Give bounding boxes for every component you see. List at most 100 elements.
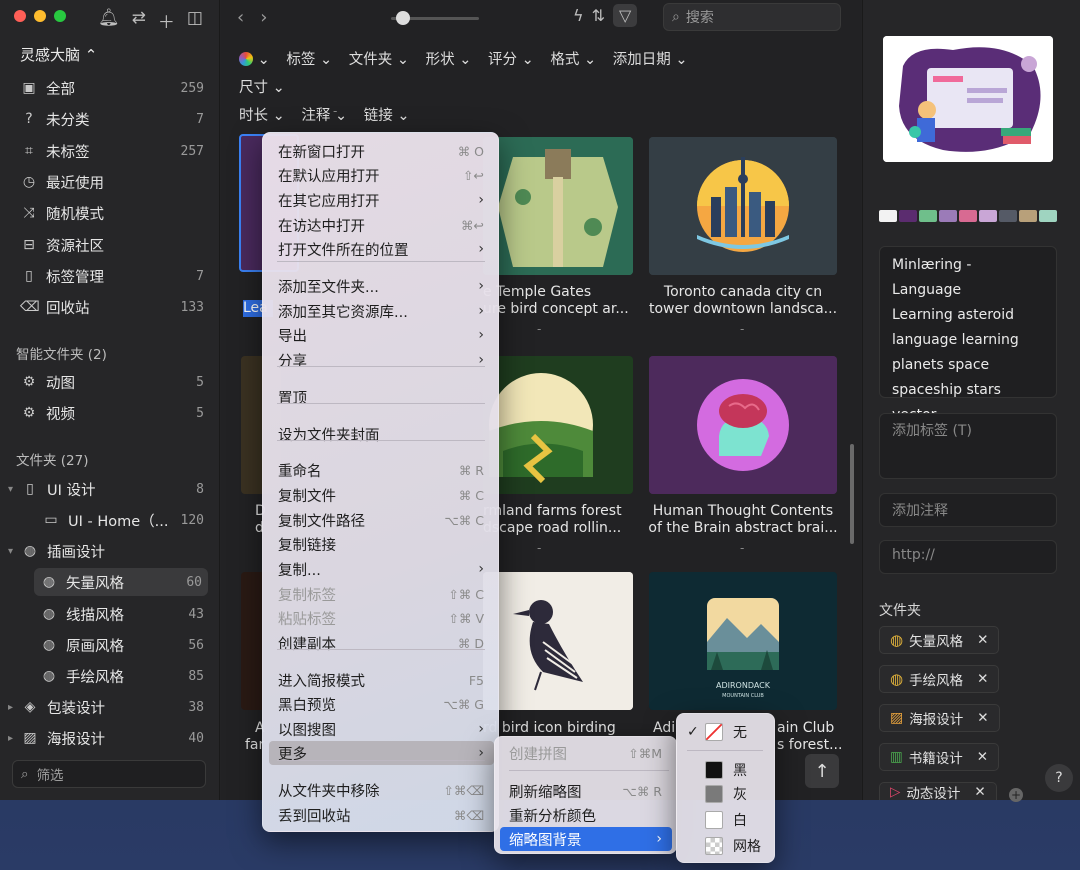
search-input[interactable]: ⌕ 搜索	[663, 3, 841, 31]
preview-image[interactable]	[883, 36, 1053, 162]
disclosure-right-icon[interactable]: ▸	[8, 702, 13, 713]
menu-item-copy-file-path[interactable]: 复制文件路径 ⌥⌘ C	[269, 508, 494, 532]
filter-duration[interactable]: 时长 ⌄	[239, 108, 285, 124]
menu-item-set-folder-cover[interactable]: 设为文件夹封面	[269, 422, 494, 446]
disclosure-down-icon[interactable]: ▾	[8, 484, 13, 495]
menu-item-bg-gray[interactable]: 灰	[681, 782, 771, 806]
sidebar-folder-packaging[interactable]: ▸ ◈ 包装设计 38	[2, 693, 210, 721]
help-button[interactable]: ?	[1045, 764, 1073, 792]
folder-chip-vector[interactable]: ◍ 矢量风格 ✕	[879, 626, 1000, 654]
menu-item-move-to-trash[interactable]: 丢到回收站 ⌘⌫	[269, 803, 494, 827]
sidebar-item-trash[interactable]: ⌫ 回收站 133	[14, 293, 210, 321]
menu-item-create-collage[interactable]: 创建拼图 ⇧⌘M	[500, 741, 672, 765]
filter-tags[interactable]: 标签 ⌄	[286, 52, 332, 68]
lightning-icon[interactable]: ϟ	[573, 6, 584, 25]
filter-rating[interactable]: 评分 ⌄	[488, 52, 534, 68]
menu-item-remove-from-folder[interactable]: 从文件夹中移除 ⇧⌘⌫	[269, 778, 494, 802]
library-switcher[interactable]: 灵感大脑 ⌃	[20, 44, 97, 65]
filter-folder[interactable]: 文件夹 ⌄	[349, 52, 409, 68]
menu-item-bg-white[interactable]: 白	[681, 808, 771, 832]
remove-icon[interactable]: ✕	[977, 632, 988, 648]
forward-icon[interactable]: ›	[260, 7, 267, 28]
sidebar-filter-input[interactable]: ⌕ 筛选	[12, 760, 206, 788]
menu-item-reanalyze-colors[interactable]: 重新分析颜色	[500, 803, 672, 827]
thumbnail-card[interactable]: ADIRONDACK MOUNTAIN CLUB	[649, 572, 837, 710]
remove-icon[interactable]: ✕	[974, 784, 985, 800]
menu-item-copy-tags[interactable]: 复制标签 ⇧⌘ C	[269, 582, 494, 606]
sidebar-item-recent[interactable]: ◷ 最近使用	[14, 168, 210, 196]
sidebar-item-all[interactable]: ▣ 全部 259	[14, 74, 210, 102]
thumbnail-card[interactable]	[483, 572, 633, 710]
sidebar-toggle-icon[interactable]: ◫	[187, 8, 203, 33]
sidebar-item-random[interactable]: ⤨ 随机模式	[14, 199, 210, 227]
sidebar-folder-poster[interactable]: ▸ ▨ 海报设计 40	[2, 724, 210, 752]
menu-item-rename[interactable]: 重命名 ⌘ R	[269, 458, 494, 482]
scrollbar-thumb[interactable]	[850, 444, 854, 544]
sidebar-item-video[interactable]: ⚙ 视频 5	[14, 399, 210, 427]
menu-item-bg-none[interactable]: ✓ 无	[681, 720, 771, 744]
thumbnail-size-slider[interactable]	[391, 11, 479, 25]
menu-item-share[interactable]: 分享 ›	[269, 348, 494, 372]
filter-shape[interactable]: 形状 ⌄	[426, 52, 472, 68]
filter-color[interactable]: ⌄	[239, 52, 270, 68]
folder-chip-poster[interactable]: ▨ 海报设计 ✕	[879, 704, 1000, 732]
menu-item-refresh-thumbnail[interactable]: 刷新缩略图 ⌥⌘ R	[500, 779, 672, 803]
menu-item-search-by-image[interactable]: 以图搜图 ›	[269, 717, 494, 741]
menu-item-copy-link[interactable]: 复制链接	[269, 532, 494, 556]
sidebar-item-uncategorized[interactable]: ? 未分类 7	[14, 105, 210, 133]
disclosure-right-icon[interactable]: ▸	[8, 733, 13, 744]
menu-item-pin-to-top[interactable]: 置顶	[269, 385, 494, 409]
menu-item-open-file-location[interactable]: 打开文件所在的位置 ›	[269, 237, 494, 261]
thumbnail-card[interactable]	[483, 356, 633, 494]
disclosure-down-icon[interactable]: ▾	[8, 546, 13, 557]
menu-item-more[interactable]: 更多 ›	[269, 741, 494, 765]
sidebar-folder-ui-home[interactable]: ▭ UI - Home（... 120	[36, 506, 210, 534]
thumbnail-card[interactable]	[649, 137, 837, 275]
add-folder-icon[interactable]: +	[1009, 788, 1023, 802]
filter-date-added[interactable]: 添加日期 ⌄	[613, 52, 688, 68]
thumbnail-card[interactable]	[483, 137, 633, 275]
palette-swatch[interactable]	[919, 210, 937, 222]
menu-item-presentation-mode[interactable]: 进入简报模式 F5	[269, 668, 494, 692]
sidebar-folder-ui-design[interactable]: ▾ ▯ UI 设计 8	[2, 475, 210, 503]
remove-icon[interactable]: ✕	[977, 710, 988, 726]
menu-item-copy-file[interactable]: 复制文件 ⌘ C	[269, 483, 494, 507]
color-palette[interactable]	[879, 210, 1057, 222]
sidebar-item-untagged[interactable]: ⌗ 未标签 257	[14, 137, 210, 165]
filter-link[interactable]: 链接 ⌄	[364, 108, 410, 124]
filter-icon[interactable]: ▽	[612, 4, 638, 27]
smart-folders-header[interactable]: 智能文件夹 (2)	[16, 343, 107, 363]
sync-icon[interactable]: ⇄	[132, 8, 146, 33]
menu-item-add-to-folder[interactable]: 添加至文件夹... ›	[269, 274, 494, 298]
sort-icon[interactable]: ⇅	[592, 6, 605, 25]
bell-icon[interactable]: 🔔︎	[98, 8, 120, 33]
menu-item-paste-tags[interactable]: 粘贴标签 ⇧⌘ V	[269, 606, 494, 630]
sidebar-item-community[interactable]: ⊟ 资源社区	[14, 231, 210, 259]
thumbnail-card[interactable]	[649, 356, 837, 494]
scroll-top-button[interactable]: ↑	[805, 754, 839, 788]
close-window-button[interactable]	[14, 10, 26, 22]
menu-item-open-in-finder[interactable]: 在访达中打开 ⌘↩	[269, 213, 494, 237]
palette-swatch[interactable]	[959, 210, 977, 222]
sidebar-folder-illustration[interactable]: ▾ ◍ 插画设计	[2, 537, 210, 565]
description-field[interactable]: Minlæring - Language Learning asteroid l…	[879, 246, 1057, 448]
back-icon[interactable]: ‹	[237, 7, 244, 28]
menu-item-open-default-app[interactable]: 在默认应用打开 ⇧↩	[269, 163, 494, 187]
tag-input[interactable]: 添加标签 (T)	[879, 413, 1057, 479]
palette-swatch[interactable]	[1019, 210, 1037, 222]
sidebar-folder-line-art[interactable]: ◍ 线描风格 43	[34, 600, 210, 628]
folders-header[interactable]: 文件夹 (27)	[16, 449, 89, 469]
folder-chip-motion[interactable]: ▷ 动态设计 ✕	[879, 782, 997, 802]
sidebar-folder-vector[interactable]: ◍ 矢量风格 60	[34, 568, 208, 596]
filter-format[interactable]: 格式 ⌄	[550, 52, 596, 68]
menu-item-grayscale-preview[interactable]: 黑白预览 ⌥⌘ G	[269, 692, 494, 716]
zoom-window-button[interactable]	[54, 10, 66, 22]
url-input[interactable]: http://	[879, 540, 1057, 574]
filter-size[interactable]: 尺寸 ⌄	[239, 80, 285, 96]
menu-item-open-new-window[interactable]: 在新窗口打开 ⌘ O	[269, 139, 494, 163]
sidebar-item-gif[interactable]: ⚙ 动图 5	[14, 368, 210, 396]
sidebar-folder-hand-drawn[interactable]: ◍ 手绘风格 85	[34, 662, 210, 690]
menu-item-thumbnail-background[interactable]: 缩略图背景 ›	[500, 827, 672, 851]
sidebar-folder-concept-art[interactable]: ◍ 原画风格 56	[34, 631, 210, 659]
remove-icon[interactable]: ✕	[977, 671, 988, 687]
